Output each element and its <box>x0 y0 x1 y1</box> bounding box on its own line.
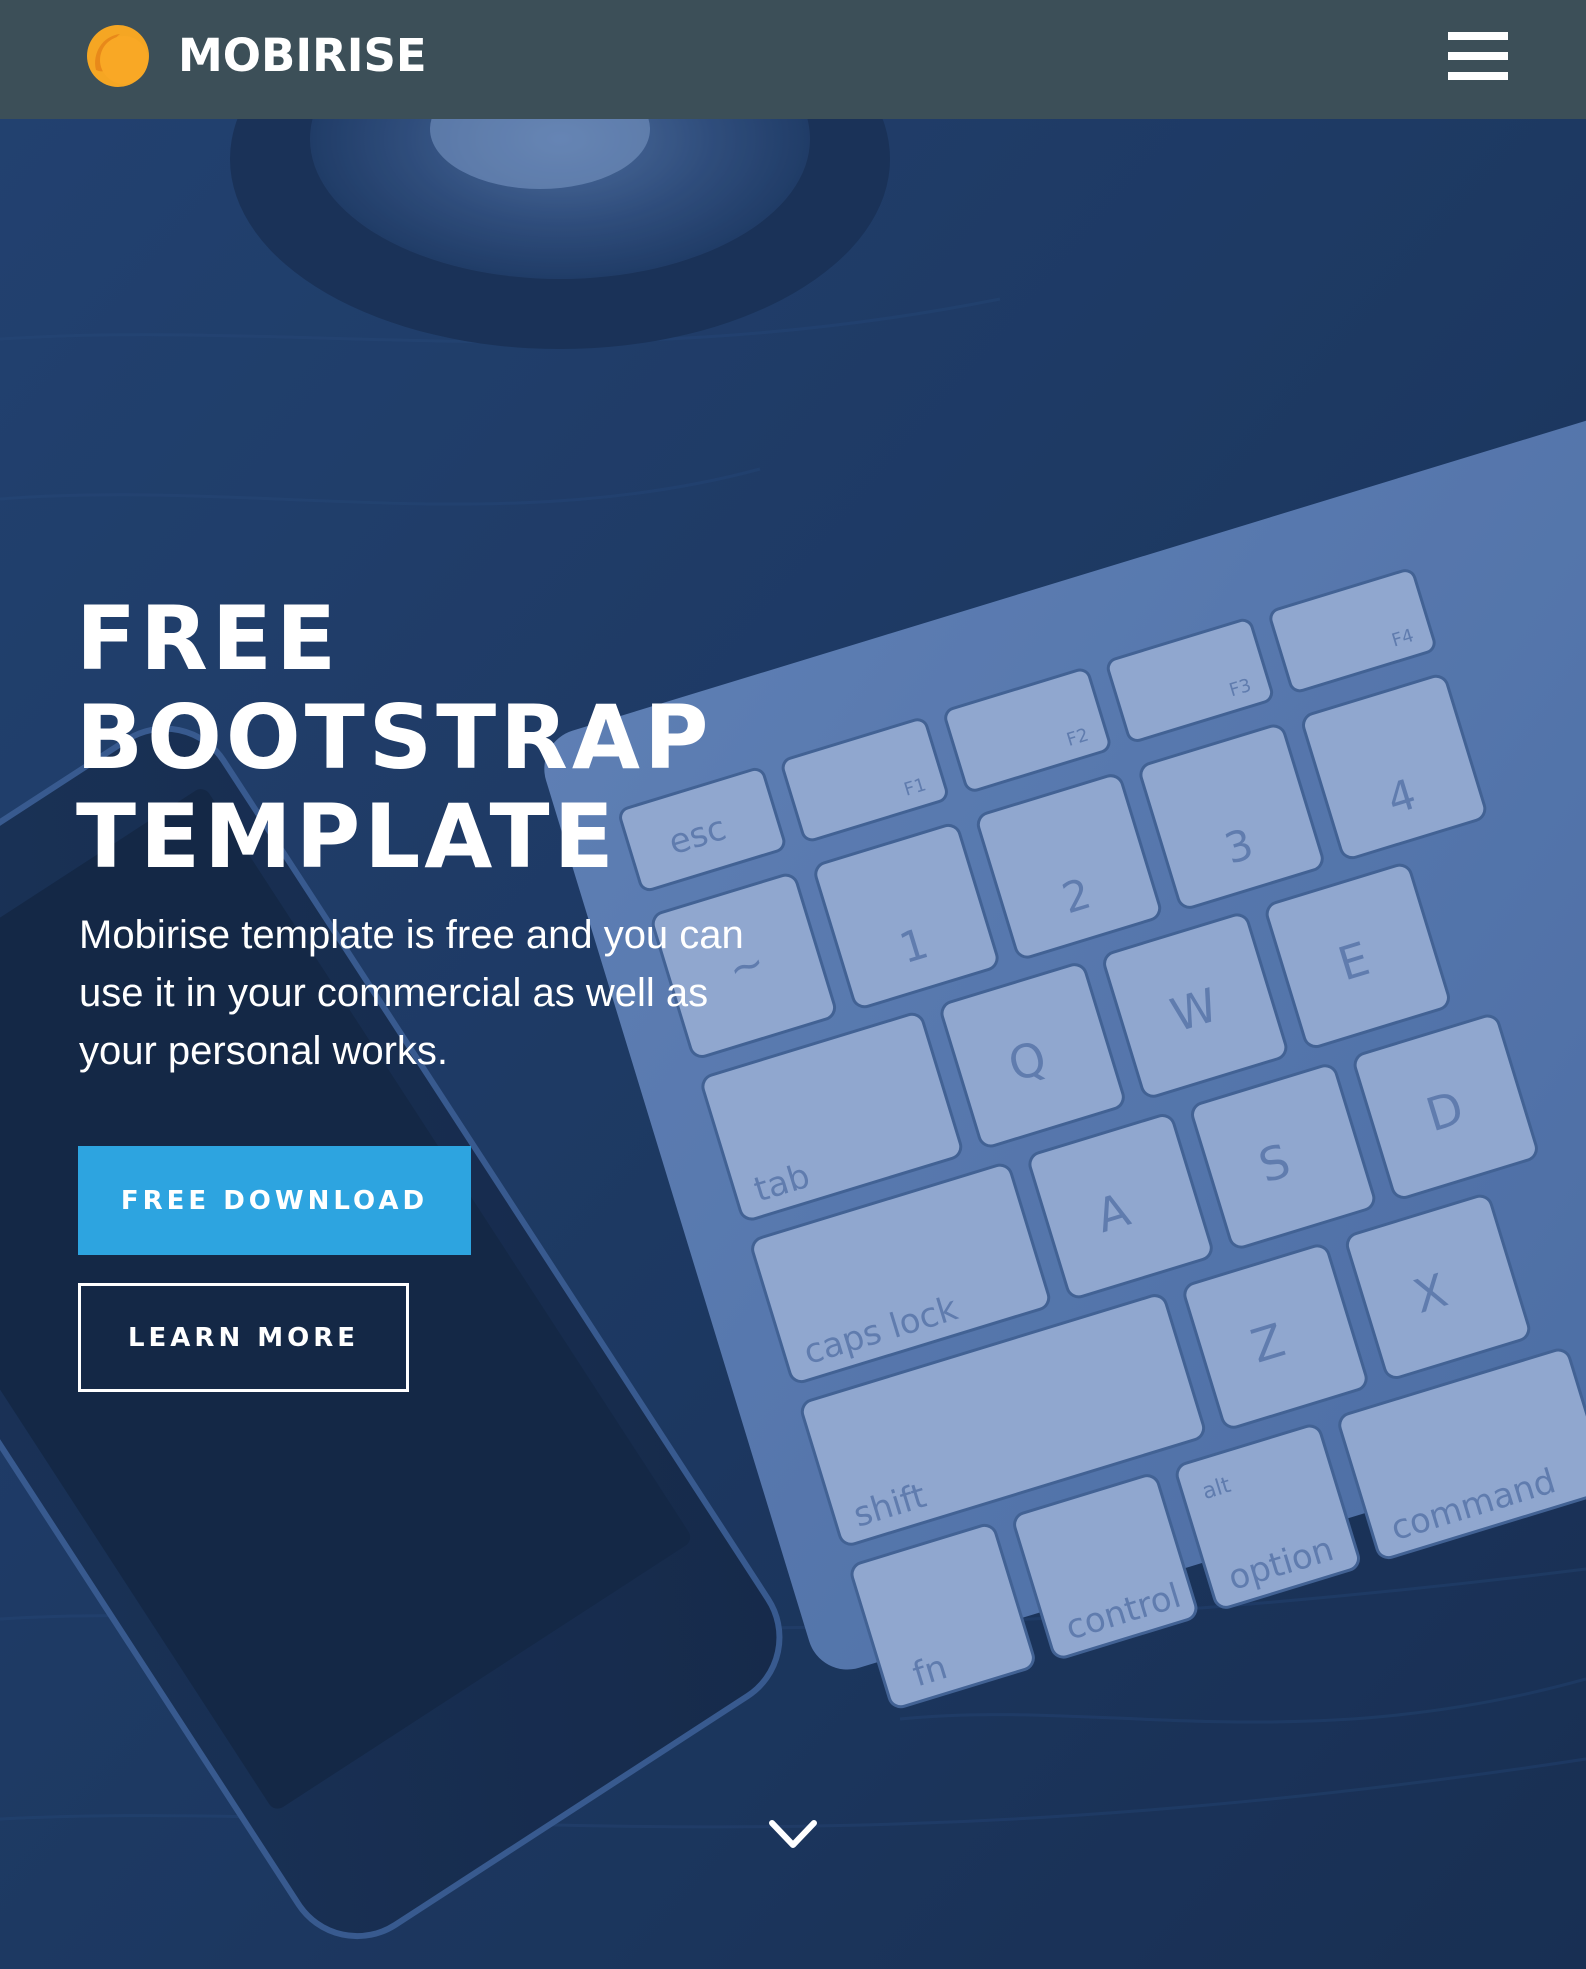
brand-name: MOBIRISE <box>178 29 427 82</box>
hamburger-menu-icon[interactable] <box>1448 32 1508 80</box>
free-download-button[interactable]: FREE DOWNLOAD <box>78 1146 471 1255</box>
hero-content: FREE BOOTSTRAP TEMPLATE Mobirise templat… <box>76 589 796 1080</box>
mobirise-logo-icon <box>87 25 149 87</box>
learn-more-button[interactable]: LEARN MORE <box>78 1283 409 1392</box>
hero-title-line: FREE <box>76 587 341 690</box>
chevron-down-icon[interactable] <box>768 1817 818 1853</box>
hero-title-line: TEMPLATE <box>76 785 618 888</box>
navbar: MOBIRISE <box>0 0 1586 119</box>
menu-line <box>1448 72 1508 80</box>
hero-title: FREE BOOTSTRAP TEMPLATE <box>76 589 796 886</box>
brand-link[interactable]: MOBIRISE <box>86 24 427 88</box>
menu-line <box>1448 32 1508 40</box>
hero-description: Mobirise template is free and you can us… <box>79 913 744 1073</box>
hero-title-line: BOOTSTRAP <box>76 686 713 789</box>
menu-line <box>1448 52 1508 60</box>
